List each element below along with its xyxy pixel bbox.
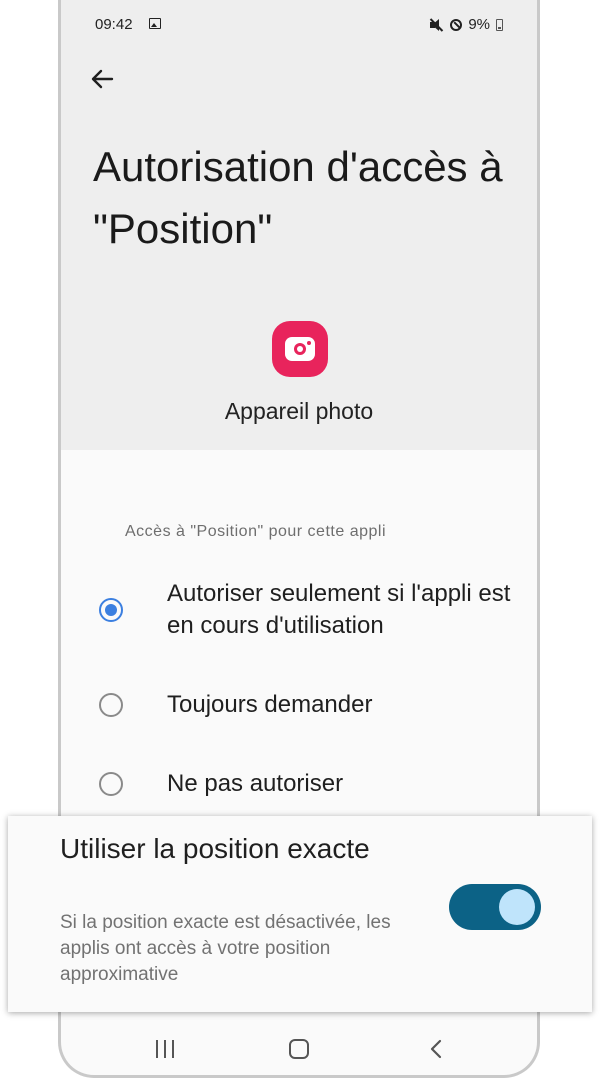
home-icon[interactable] <box>289 1039 309 1059</box>
radio-button[interactable] <box>99 693 123 717</box>
battery-icon <box>496 18 503 31</box>
battery-percent: 9% <box>468 16 490 33</box>
back-arrow-icon[interactable] <box>87 64 117 94</box>
app-name: Appareil photo <box>224 398 374 424</box>
precise-location-card[interactable]: Utiliser la position exacte Si la positi… <box>8 816 592 1012</box>
page-title: Autorisation d'accès à "Position" <box>93 143 503 252</box>
precise-location-toggle[interactable] <box>449 884 541 930</box>
do-not-disturb-icon <box>450 18 463 31</box>
precise-location-title: Utiliser la position exacte <box>60 833 370 864</box>
status-bar: 09:42 9% <box>95 16 503 38</box>
toggle-knob <box>499 889 535 925</box>
radio-button-selected[interactable] <box>99 598 123 622</box>
section-label: Accès à "Position" pour cette appli <box>125 523 386 540</box>
mute-icon <box>429 17 444 32</box>
status-time: 09:42 <box>95 16 133 33</box>
option-label: Autoriser seulement si l'appli est en co… <box>167 580 511 639</box>
camera-icon <box>272 321 328 377</box>
navigation-bar <box>58 1022 540 1078</box>
option-label: Ne pas autoriser <box>167 770 344 797</box>
radio-button[interactable] <box>99 772 123 796</box>
nav-back-icon[interactable] <box>426 1038 448 1060</box>
option-label: Toujours demander <box>167 691 373 718</box>
precise-location-description: Si la position exacte est désactivée, le… <box>60 912 391 985</box>
recent-apps-icon[interactable] <box>154 1040 176 1058</box>
image-notification-icon <box>149 18 161 29</box>
